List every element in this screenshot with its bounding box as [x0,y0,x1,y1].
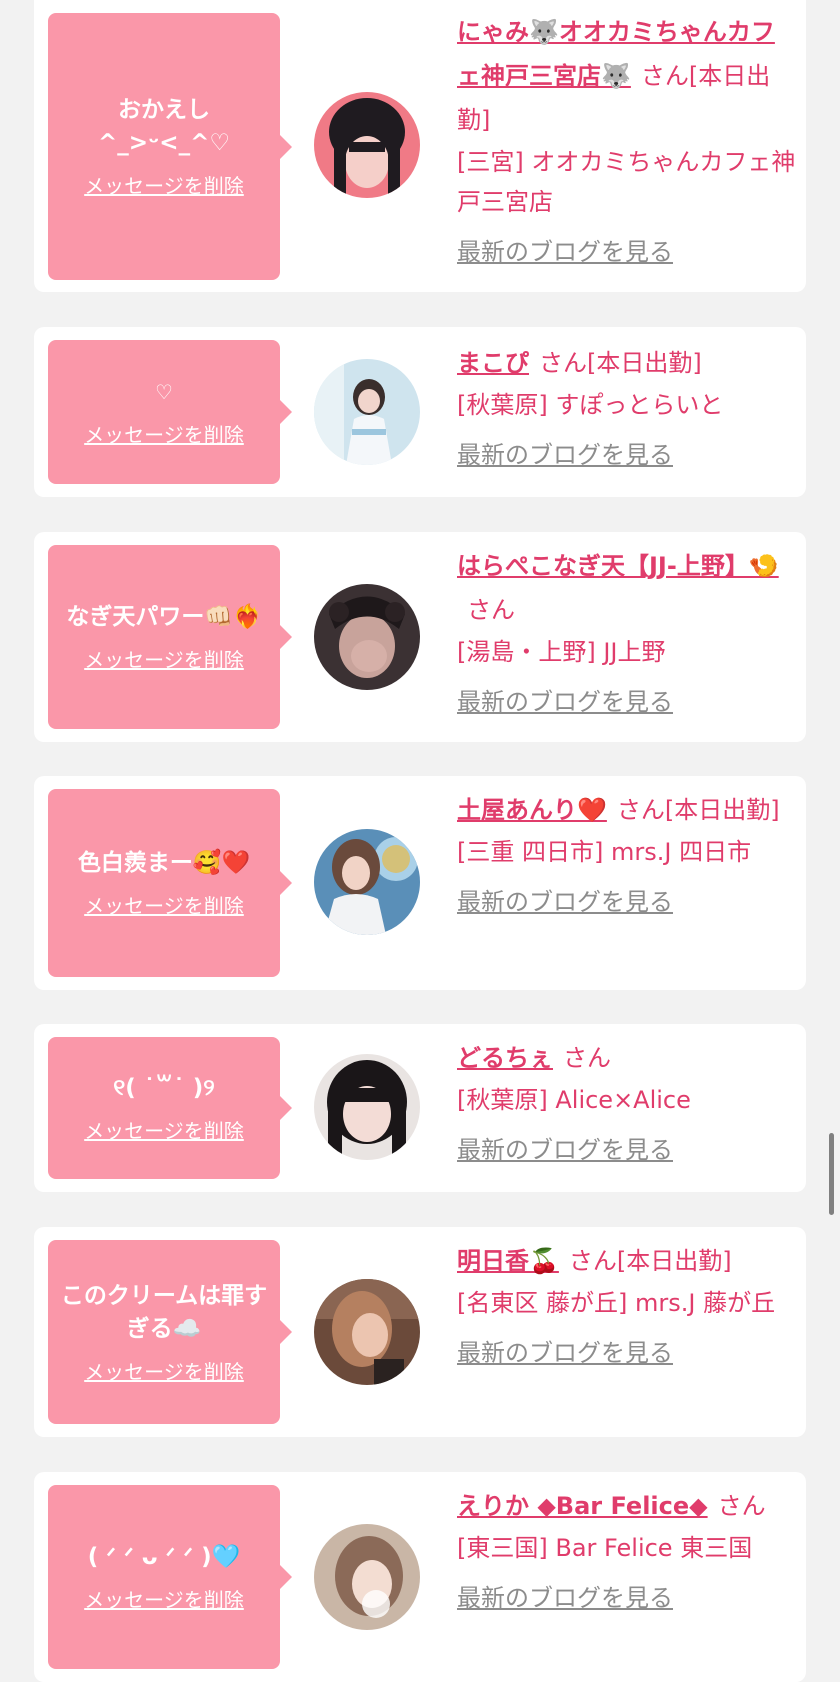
message-bubble: おかえし^_>ᵕ<_^♡ メッセージを削除 [48,13,292,280]
message-card: 色白羨まー🥰❤️ メッセージを削除 土屋あんり❤️ さん[本日出勤] [三重 四日… [34,776,806,990]
scrollbar[interactable] [829,1133,834,1215]
profile-name-link[interactable]: 土屋あんり❤️ [457,796,607,824]
profile-info: えりか ◆Bar Felice◆ さん [東三国] Bar Felice 東三国 … [457,1484,797,1620]
avatar[interactable] [314,1054,420,1160]
avatar[interactable] [314,584,420,690]
profile-name-link[interactable]: どるちぇ [457,1044,553,1072]
message-text: このクリームは罪すぎる☁️ [60,1282,268,1342]
profile-info: はらぺこなぎ天【JJ-上野】🍤 さん [湯島・上野] JJ上野 最新のブログを見る [457,544,797,724]
delete-message-link[interactable]: メッセージを削除 [84,419,244,448]
message-text: なぎ天パワー👊🏻❤️‍🔥 [66,604,262,630]
message-card: おかえし^_>ᵕ<_^♡ メッセージを削除 にゃみ🐺オオカミちゃんカフェ神戸三宮… [34,0,806,292]
profile-info: どるちぇ さん [秋葉原] Alice×Alice 最新のブログを見る [457,1036,797,1172]
message-card: このクリームは罪すぎる☁️ メッセージを削除 明日香🍒 さん[本日出勤] [名東区… [34,1227,806,1437]
delete-message-link[interactable]: メッセージを削除 [84,1115,244,1144]
message-text: おかえし^_>ᵕ<_^♡ [98,97,230,156]
delete-message-link[interactable]: メッセージを削除 [84,1584,244,1613]
honorific: さん [563,1044,611,1072]
message-bubble: なぎ天パワー👊🏻❤️‍🔥 メッセージを削除 [48,545,292,729]
shop-info: [三宮] オオカミちゃんカフェ神戸三宮店 [457,148,796,216]
blog-link[interactable]: 最新のブログを見る [457,880,673,924]
profile-name-link[interactable]: 明日香🍒 [457,1247,559,1275]
blog-link[interactable]: 最新のブログを見る [457,680,673,724]
honorific: さん[本日出勤] [539,349,702,377]
shop-info: [秋葉原] Alice×Alice [457,1086,691,1114]
honorific: さん [717,1492,766,1520]
delete-message-link[interactable]: メッセージを削除 [84,890,244,919]
message-card: ♡ メッセージを削除 まこぴ さん[本日出勤] [秋葉原] すぽっとらいと 最新の… [34,327,806,497]
shop-info: [東三国] Bar Felice 東三国 [457,1534,753,1562]
profile-name-link[interactable]: えりか ◆Bar Felice◆ [457,1492,708,1520]
blog-link[interactable]: 最新のブログを見る [457,230,673,274]
honorific: さん[本日出勤] [568,1247,732,1275]
blog-link[interactable]: 最新のブログを見る [457,433,673,477]
honorific: さん [467,596,515,624]
profile-info: 土屋あんり❤️ さん[本日出勤] [三重 四日市] mrs.J 四日市 最新のブロ… [457,788,797,924]
shop-info: [秋葉原] すぽっとらいと [457,391,724,419]
message-text: 色白羨まー🥰❤️ [77,850,251,876]
avatar[interactable] [314,829,420,935]
message-text: ୧( ˙꒳˙ )୨ [113,1075,215,1101]
message-card: ୧( ˙꒳˙ )୨ メッセージを削除 どるちぇ さん [秋葉原] Alice×Al… [34,1024,806,1192]
message-card: なぎ天パワー👊🏻❤️‍🔥 メッセージを削除 はらぺこなぎ天【JJ-上野】🍤 さん … [34,532,806,742]
profile-name-link[interactable]: まこぴ [457,349,529,377]
message-bubble: 色白羨まー🥰❤️ メッセージを削除 [48,789,292,977]
message-text: ♡ [155,380,173,404]
honorific: さん[本日出勤] [616,796,780,824]
blog-link[interactable]: 最新のブログを見る [457,1576,673,1620]
avatar[interactable] [314,1524,420,1630]
delete-message-link[interactable]: メッセージを削除 [84,644,244,673]
message-bubble: ♡ メッセージを削除 [48,340,292,484]
delete-message-link[interactable]: メッセージを削除 [84,170,244,199]
avatar[interactable] [314,92,420,198]
shop-info: [名東区 藤が丘] mrs.J 藤が丘 [457,1289,776,1317]
message-bubble: ୧( ˙꒳˙ )୨ メッセージを削除 [48,1037,292,1179]
shop-info: [三重 四日市] mrs.J 四日市 [457,838,752,866]
profile-name-link[interactable]: はらぺこなぎ天【JJ-上野】🍤 [457,552,779,580]
profile-info: 明日香🍒 さん[本日出勤] [名東区 藤が丘] mrs.J 藤が丘 最新のブログを… [457,1239,797,1375]
blog-link[interactable]: 最新のブログを見る [457,1331,673,1375]
avatar[interactable] [314,359,420,465]
blog-link[interactable]: 最新のブログを見る [457,1128,673,1172]
avatar[interactable] [314,1279,420,1385]
shop-info: [湯島・上野] JJ上野 [457,638,666,666]
delete-message-link[interactable]: メッセージを削除 [84,1356,244,1385]
profile-info: にゃみ🐺オオカミちゃんカフェ神戸三宮店🐺 さん[本日出勤] [三宮] オオカミちゃ… [457,10,797,274]
message-text: ( ᐟ ᐟ ᴗ ᐟ ᐟ )🩵 [87,1544,241,1570]
message-bubble: このクリームは罪すぎる☁️ メッセージを削除 [48,1240,292,1424]
profile-info: まこぴ さん[本日出勤] [秋葉原] すぽっとらいと 最新のブログを見る [457,341,797,477]
message-bubble: ( ᐟ ᐟ ᴗ ᐟ ᐟ )🩵 メッセージを削除 [48,1485,292,1669]
message-card: ( ᐟ ᐟ ᴗ ᐟ ᐟ )🩵 メッセージを削除 えりか ◆Bar Felice◆… [34,1472,806,1682]
